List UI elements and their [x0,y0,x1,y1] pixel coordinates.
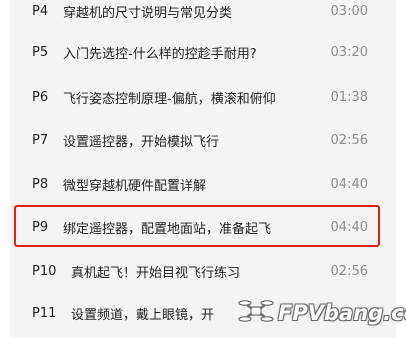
episode-duration: 03:20 [330,44,368,60]
episode-number: P7 [32,132,49,148]
episode-title: 飞行姿态控制原理-偏航，横滚和俯仰 [63,91,276,107]
playlist-item-p4[interactable]: P4 穿越机的尺寸说明与常见分类 03:00 [10,0,396,26]
episode-number: P4 [32,3,49,19]
episode-number: P6 [32,89,49,105]
episode-title: 微型穿越机硬件配置详解 [63,178,207,194]
playlist-item-p11[interactable]: P11 设置频道，戴上眼镜，开 [10,298,396,328]
playlist-item-p8[interactable]: P8 微型穿越机硬件配置详解 04:40 [10,169,396,199]
episode-number: P8 [32,176,49,192]
episode-title: 入门先选控-什么样的控趁手耐用? [63,46,257,62]
episode-number: P10 [32,263,57,279]
episode-duration: 02:56 [330,263,368,279]
episode-title: 设置遥控器，开始模拟飞行 [63,134,220,150]
episode-list-panel: P4 穿越机的尺寸说明与常见分类 03:00 P5 入门先选控-什么样的控趁手耐… [0,0,406,338]
episode-title: 穿越机的尺寸说明与常见分类 [63,5,233,21]
episode-duration: 04:40 [330,176,368,192]
playlist-item-p7[interactable]: P7 设置遥控器，开始模拟飞行 02:56 [10,125,396,155]
playlist-item-p9[interactable]: P9 绑定遥控器，配置地面站，准备起飞 04:40 [10,212,396,242]
playlist-item-p6[interactable]: P6 飞行姿态控制原理-偏航，横滚和俯仰 01:38 [10,82,396,112]
episode-duration: 01:38 [330,89,368,105]
playlist-item-p10[interactable]: P10 真机起飞！开始目视飞行练习 02:56 [10,256,396,286]
left-margin [0,0,10,338]
playlist-item-p5[interactable]: P5 入门先选控-什么样的控趁手耐用? 03:20 [10,37,396,67]
episode-number: P5 [32,44,49,60]
episode-title: 绑定遥控器，配置地面站，准备起飞 [63,221,272,237]
episode-title: 设置频道，戴上眼镜，开 [71,307,215,323]
episode-duration: 03:00 [330,3,368,19]
episode-duration: 04:40 [330,219,368,235]
episode-title: 真机起飞！开始目视飞行练习 [71,265,241,281]
scrollbar-track[interactable] [396,0,406,338]
episode-number: P11 [32,305,57,321]
episode-number: P9 [32,219,49,235]
episode-duration: 02:56 [330,132,368,148]
